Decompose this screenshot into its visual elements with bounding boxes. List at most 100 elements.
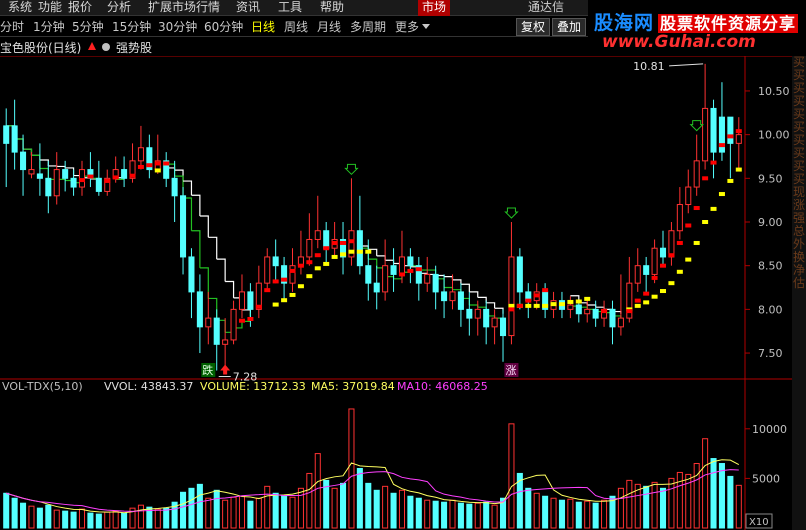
volume-bar (255, 497, 262, 529)
volume-bar (592, 502, 599, 529)
ma-short-dot (516, 303, 523, 308)
ma-long-dot (676, 269, 683, 274)
volume-bar (112, 510, 119, 529)
volume-bar (348, 408, 355, 529)
ma-short-dot (87, 174, 94, 179)
volume-indicator-name[interactable]: VOL-TDX(5,10) (2, 380, 83, 393)
volume-bar (398, 489, 405, 529)
volume-bar (659, 487, 667, 529)
ma-short-dot (693, 206, 700, 211)
candle-body (28, 169, 35, 175)
ma-long-dot (727, 178, 734, 183)
period-60min[interactable]: 60分钟 (204, 17, 243, 37)
ma-long-dot (154, 168, 161, 173)
ma-short-dot (702, 176, 709, 181)
market-button[interactable]: 市场 (418, 0, 451, 16)
volume-header: VOL-TDX(5,10) VVOL: 43843.37 VOLUME: 137… (2, 380, 488, 393)
volume-bar (28, 505, 35, 529)
volume-bar (222, 499, 229, 529)
ma-long-dot (281, 298, 288, 303)
candle-body (356, 230, 363, 267)
menu-analysis[interactable]: 分析 (107, 0, 131, 16)
menu-function[interactable]: 功能 (38, 0, 62, 16)
vvol-value: VVOL: 43843.37 (104, 380, 193, 393)
volume-bar (205, 497, 212, 529)
ma-short-dot (348, 239, 355, 244)
menu-system[interactable]: 系统 (8, 0, 32, 16)
ma-short-dot (634, 298, 641, 303)
volume-bar (331, 487, 338, 529)
candle-body (390, 265, 397, 275)
menu-help[interactable]: 帮助 (320, 0, 344, 16)
volume-bar (365, 482, 372, 529)
ma-long-dot (735, 167, 742, 172)
menu-extended-market[interactable]: 扩展市场行情 (148, 0, 220, 16)
buy-signal-label: 涨 (505, 364, 516, 377)
more-dropdown-icon[interactable] (422, 24, 430, 29)
period-1min[interactable]: 1分钟 (33, 17, 65, 37)
candle-body (466, 308, 473, 319)
period-5min[interactable]: 5分钟 (72, 17, 104, 37)
restore-right-button[interactable]: 复权 (516, 18, 551, 36)
period-daily[interactable]: 日线 (251, 17, 275, 37)
candle-body (289, 265, 296, 284)
ma-short-dot (247, 316, 254, 321)
menu-tools[interactable]: 工具 (278, 0, 302, 16)
app-name-text: 通达信 (528, 0, 565, 14)
candle-body (676, 204, 683, 232)
candle-body (238, 291, 246, 310)
ma-short-dot (264, 288, 271, 293)
volume-bar (137, 504, 144, 529)
side-panel-strip[interactable]: 买买买买买买买买买买现涨强总外换净估 (792, 56, 806, 530)
period-monthly[interactable]: 月线 (317, 17, 341, 37)
ma-short-dot (643, 291, 650, 296)
ma-long-dot (710, 206, 717, 211)
candle-body (668, 230, 675, 258)
period-weekly[interactable]: 周线 (284, 17, 308, 37)
ma-long-dot (356, 249, 363, 254)
logo-brand-text: 股海网 (594, 12, 655, 34)
volume-bar (340, 482, 347, 529)
ma-short-dot (508, 307, 515, 312)
side-panel-label[interactable]: 估 (792, 277, 806, 290)
ma-short-dot (163, 161, 170, 166)
volume-bar (289, 496, 296, 529)
ma-long-dot (525, 303, 532, 308)
volume-bar (3, 492, 10, 529)
menu-news[interactable]: 资讯 (236, 0, 260, 16)
candle-body (432, 273, 439, 293)
volume-bar (651, 481, 658, 529)
menu-quote[interactable]: 报价 (68, 0, 92, 16)
stock-chart[interactable]: 10.817.28跌涨 10.5010.009.509.008.508.007.… (0, 56, 792, 530)
volume-bar (575, 501, 582, 529)
period-multi[interactable]: 多周期 (350, 17, 386, 37)
volume-bar (390, 492, 397, 529)
volume-bar (297, 487, 304, 529)
ma-long-dot (297, 284, 304, 289)
candle-body (575, 304, 582, 315)
volume-bar (727, 475, 734, 529)
ma-short-dot (272, 279, 279, 284)
volume-bar (626, 479, 633, 529)
volume-bar (441, 501, 448, 529)
candle-body (323, 230, 330, 249)
volume-bar (525, 487, 532, 529)
candle-body (609, 308, 616, 328)
volume-bar (668, 477, 675, 529)
candle-body (36, 173, 43, 179)
period-intraday[interactable]: 分时 (0, 17, 24, 37)
watermark-logo: 股海网 股票软件资源分享 www.Guhai.com (588, 0, 806, 56)
indicator-circle-icon[interactable] (102, 43, 110, 51)
candle-body (188, 256, 195, 293)
volume-tick-label: 5000 (752, 472, 780, 485)
period-15min[interactable]: 15分钟 (112, 17, 151, 37)
ma-short-dot (626, 309, 633, 314)
ma-long-dot (323, 261, 330, 266)
ma-long-dot (634, 303, 641, 308)
candle-body (398, 256, 405, 275)
volume-bar (356, 467, 363, 529)
overlay-button[interactable]: 叠加 (552, 18, 587, 36)
period-30min[interactable]: 30分钟 (158, 17, 197, 37)
ma-short-dot (297, 263, 304, 268)
period-more[interactable]: 更多 (395, 17, 419, 37)
